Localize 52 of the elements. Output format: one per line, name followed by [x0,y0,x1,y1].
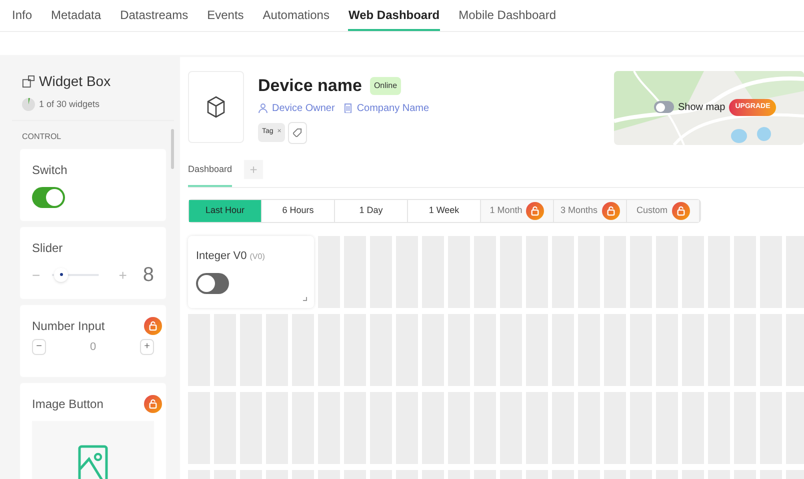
lock-icon [144,394,162,412]
widget-card[interactable]: Switch [20,148,166,220]
nav-tab[interactable]: Events [207,0,244,31]
image-icon [78,444,108,479]
time-range-button[interactable]: 3 Months [554,200,627,222]
resize-handle[interactable] [303,297,307,301]
owner-link[interactable]: Device Owner [258,100,335,116]
slider-thumb[interactable] [54,268,68,282]
toggle-switch[interactable] [32,186,65,208]
nav-tab[interactable]: Datastreams [120,0,188,31]
dashboard-widget[interactable]: Integer V0 (V0) [188,236,314,308]
number-value: 0 [90,340,96,354]
show-map-label: Show map [678,100,726,115]
lock-icon [672,202,690,220]
widget-label: Switch [32,162,68,178]
lock-icon [526,202,544,220]
nav-tab[interactable]: Automations [262,0,330,31]
lock-icon [144,316,162,334]
widget-card[interactable]: Number Input − 0 + [20,304,166,376]
nav-tab[interactable]: Web Dashboard [348,0,440,31]
building-icon [342,103,353,113]
nav-tab[interactable]: Metadata [51,0,102,31]
widget-title: Integer V0 [196,249,247,264]
time-range-button[interactable]: 1 Month [481,200,554,222]
widgets-icon [22,75,35,88]
widget-card[interactable]: Image Button [20,382,166,479]
nav-tab[interactable]: Mobile Dashboard [458,0,556,31]
tag-icon [293,128,302,137]
widget-count: 1 of 30 widgets [39,98,100,111]
widget-card[interactable]: Slider − + 8 [20,226,166,298]
time-range-button[interactable]: Custom [627,200,700,222]
add-tag-button[interactable] [288,122,308,144]
decrement-button[interactable]: − [32,338,46,355]
company-link[interactable]: Company Name [342,100,430,116]
slider-value: 8 [142,264,154,284]
time-range-button[interactable]: Last Hour [189,200,262,222]
cube-icon [206,96,226,118]
widget-label: Number Input [32,318,105,334]
user-icon [258,103,268,113]
toggle-switch[interactable] [196,272,229,294]
widget-label: Slider [32,240,63,256]
device-name: Device name [258,75,362,97]
lock-icon [602,202,620,220]
pin-label: (V0) [250,251,265,263]
widget-box-title: Widget Box [39,72,111,91]
dashboard-tab[interactable]: Dashboard [188,155,232,187]
nav-tab[interactable]: Info [12,0,32,31]
widget-label: Image Button [32,396,104,412]
section-label: CONTROL [21,130,62,142]
increment-button[interactable]: + [140,338,154,355]
status-badge: Online [370,76,402,95]
toggle-switch[interactable] [654,101,674,114]
